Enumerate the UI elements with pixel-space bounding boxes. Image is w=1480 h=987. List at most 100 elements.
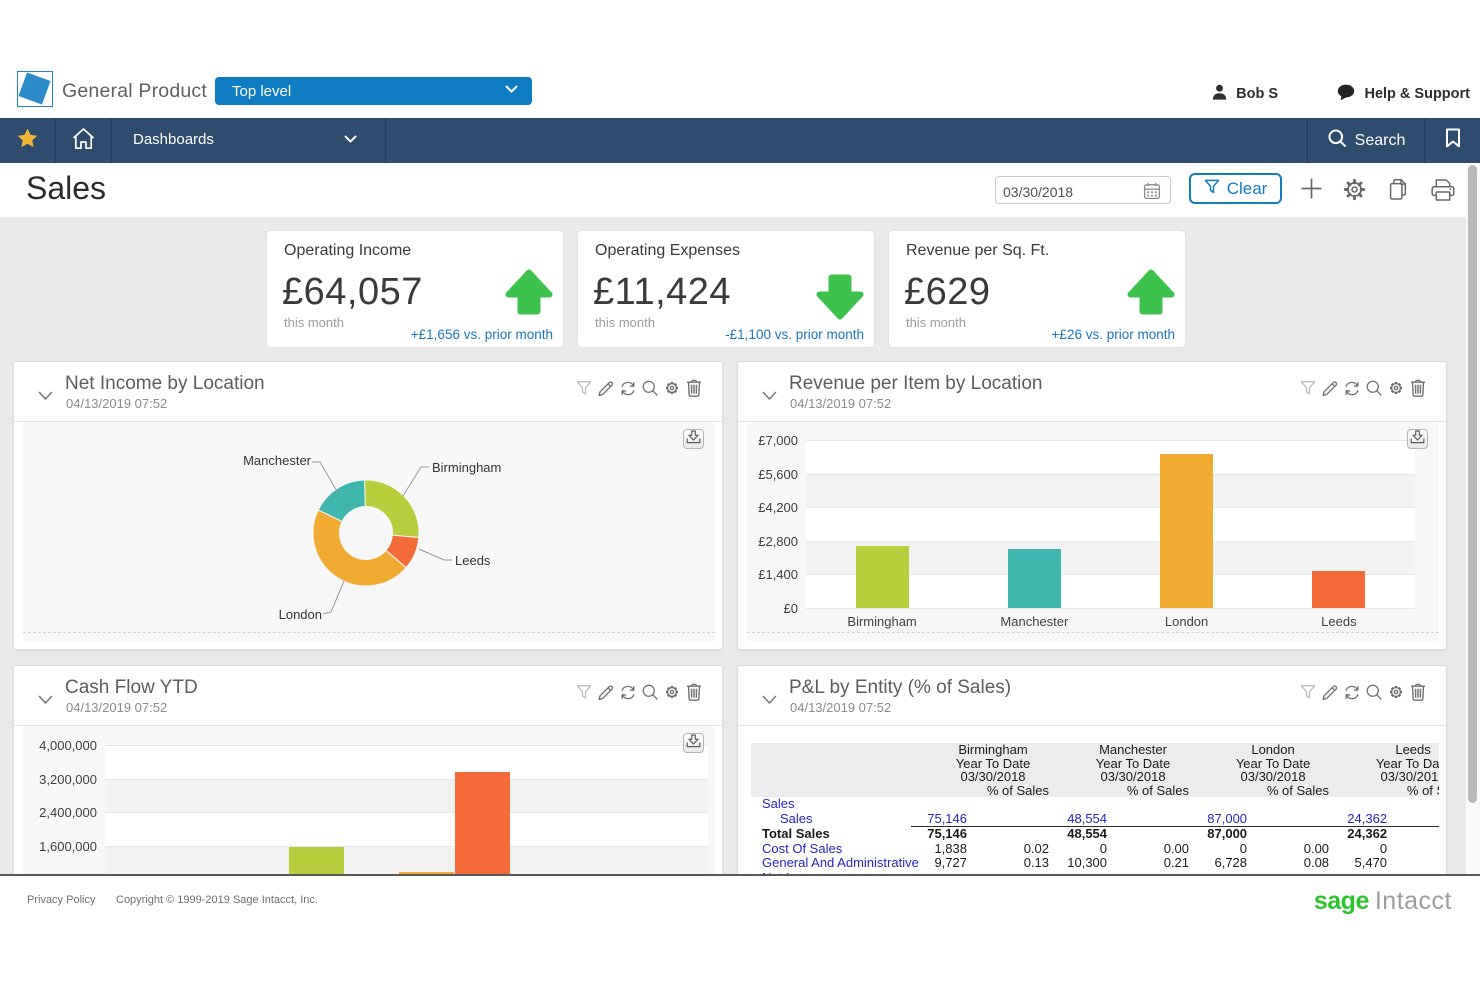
- delete-icon[interactable]: [1410, 380, 1426, 396]
- grid-stripe: [806, 474, 1415, 508]
- page-footer: Privacy Policy Copyright © 1999-2019 Sag…: [0, 874, 1480, 987]
- bar-birmingham[interactable]: [856, 546, 909, 608]
- clear-filter-button[interactable]: Clear: [1189, 173, 1282, 204]
- gridline: [806, 507, 1415, 508]
- add-component-icon[interactable]: [1301, 178, 1322, 204]
- panel-divider: [738, 421, 1446, 422]
- pl-cell[interactable]: 48,554: [1051, 812, 1109, 827]
- kpi-period: this month: [906, 315, 966, 330]
- help-support-menu[interactable]: Help & Support: [1337, 84, 1470, 104]
- panel-timestamp: 04/13/2019 07:52: [66, 396, 167, 411]
- kpi-value: £629: [904, 271, 991, 314]
- privacy-policy-link[interactable]: Privacy Policy: [27, 894, 95, 906]
- bar-leeds[interactable]: [1312, 571, 1365, 608]
- download-chart-button[interactable]: [683, 733, 704, 753]
- pl-row-label[interactable]: Sales: [751, 797, 911, 812]
- kpi-card-operating-expenses[interactable]: Operating Expenses£11,424this month-£1,1…: [577, 230, 875, 348]
- print-icon[interactable]: [1430, 178, 1456, 207]
- pl-cell: 24,362: [1331, 827, 1389, 842]
- copyright-text: Copyright © 1999-2019 Sage Intacct, Inc.: [116, 894, 318, 906]
- donut-label-manchester: Manchester: [243, 453, 311, 468]
- download-chart-button[interactable]: [683, 429, 704, 449]
- panel-title: Net Income by Location: [65, 373, 265, 395]
- donut-segment-birmingham[interactable]: [365, 480, 419, 538]
- pl-col-header: 03/30/2018: [911, 770, 1051, 784]
- donut-leader-line: [312, 462, 338, 493]
- refresh-icon[interactable]: [620, 684, 636, 700]
- entity-selector-dropdown[interactable]: Top level: [215, 77, 532, 105]
- kpi-card-operating-income[interactable]: Operating Income£64,057this month+£1,656…: [266, 230, 564, 348]
- donut-label-london: London: [279, 607, 322, 622]
- delete-icon[interactable]: [686, 380, 702, 396]
- edit-icon[interactable]: [1322, 380, 1338, 396]
- filter-icon[interactable]: [576, 684, 592, 700]
- delete-icon[interactable]: [1410, 684, 1426, 700]
- pl-cell: [911, 797, 969, 812]
- bar-manchester[interactable]: [1008, 549, 1061, 608]
- pl-report-table: BirminghamManchesterLondonLeedsYear To D…: [751, 743, 1439, 886]
- scrollbar-track[interactable]: [1466, 163, 1480, 874]
- settings-icon[interactable]: [1388, 380, 1404, 396]
- y-axis-tick-label: 2,400,000: [17, 805, 97, 820]
- filter-icon[interactable]: [1300, 380, 1316, 396]
- bookmarks-button[interactable]: [1425, 118, 1480, 163]
- pl-cell[interactable]: 24,362: [1331, 812, 1389, 827]
- pl-col-header: Year To Date: [1191, 757, 1331, 771]
- donut-leader-line: [419, 549, 452, 560]
- gridline: [806, 440, 1415, 441]
- edit-icon[interactable]: [598, 380, 614, 396]
- home-button[interactable]: [56, 118, 111, 163]
- zoom-icon[interactable]: [642, 380, 658, 396]
- delete-icon[interactable]: [686, 684, 702, 700]
- zoom-icon[interactable]: [642, 684, 658, 700]
- refresh-icon[interactable]: [1344, 684, 1360, 700]
- panel-resize-line: [747, 632, 1439, 633]
- bar-london[interactable]: [1160, 454, 1213, 608]
- scrollbar-thumb[interactable]: [1468, 165, 1477, 803]
- zoom-icon[interactable]: [1366, 380, 1382, 396]
- edit-icon[interactable]: [1322, 684, 1338, 700]
- panel-divider: [14, 421, 722, 422]
- refresh-icon[interactable]: [620, 380, 636, 396]
- kpi-delta: +£26 vs. prior month: [1052, 327, 1175, 342]
- date-filter-input[interactable]: 03/30/2018: [995, 176, 1171, 204]
- collapse-chevron-icon[interactable]: [762, 692, 777, 710]
- user-menu[interactable]: Bob S: [1212, 84, 1278, 104]
- panel-resize-line: [23, 632, 715, 633]
- x-axis-category-label: Birmingham: [822, 614, 942, 629]
- search-button[interactable]: Search: [1308, 118, 1425, 163]
- company-logo[interactable]: [17, 71, 53, 107]
- pl-col-header: Year To Date: [1051, 757, 1191, 771]
- pl-cell[interactable]: 87,000: [1191, 812, 1249, 827]
- settings-icon[interactable]: [664, 684, 680, 700]
- pl-cell[interactable]: 75,146: [911, 812, 969, 827]
- dashboard-settings-icon[interactable]: [1343, 178, 1366, 206]
- pl-row-label[interactable]: Cost Of Sales: [751, 842, 911, 857]
- panel-timestamp: 04/13/2019 07:52: [790, 700, 891, 715]
- edit-icon[interactable]: [598, 684, 614, 700]
- pl-row-label[interactable]: General And Administrative: [751, 856, 911, 871]
- kpi-card-revenue-per-sq-ft-[interactable]: Revenue per Sq. Ft.£629this month+£26 vs…: [888, 230, 1186, 348]
- settings-icon[interactable]: [664, 380, 680, 396]
- filter-icon[interactable]: [1300, 684, 1316, 700]
- refresh-icon[interactable]: [1344, 380, 1360, 396]
- settings-icon[interactable]: [1388, 684, 1404, 700]
- dashboards-menu[interactable]: Dashboards: [112, 118, 385, 163]
- panel-title: Cash Flow YTD: [65, 677, 198, 699]
- pl-cell: 75,146: [911, 827, 969, 842]
- collapse-chevron-icon[interactable]: [38, 388, 53, 406]
- dashboard-canvas: Operating Income£64,057this month+£1,656…: [0, 217, 1480, 875]
- favorites-button[interactable]: [0, 118, 55, 163]
- collapse-chevron-icon[interactable]: [38, 692, 53, 710]
- sage-intacct-dashboard: General Product Top level Bob S Help & S…: [0, 0, 1480, 987]
- donut-leader-line: [323, 581, 344, 614]
- pl-row-label[interactable]: Sales: [751, 812, 911, 827]
- zoom-icon[interactable]: [1366, 684, 1382, 700]
- duplicate-dashboard-icon[interactable]: [1387, 178, 1409, 206]
- pl-cell-empty: [751, 784, 911, 798]
- y-axis-tick-label: 3,200,000: [17, 772, 97, 787]
- collapse-chevron-icon[interactable]: [762, 388, 777, 406]
- y-axis-tick-label: 4,000,000: [17, 738, 97, 753]
- filter-icon[interactable]: [576, 380, 592, 396]
- download-chart-button[interactable]: [1407, 429, 1428, 449]
